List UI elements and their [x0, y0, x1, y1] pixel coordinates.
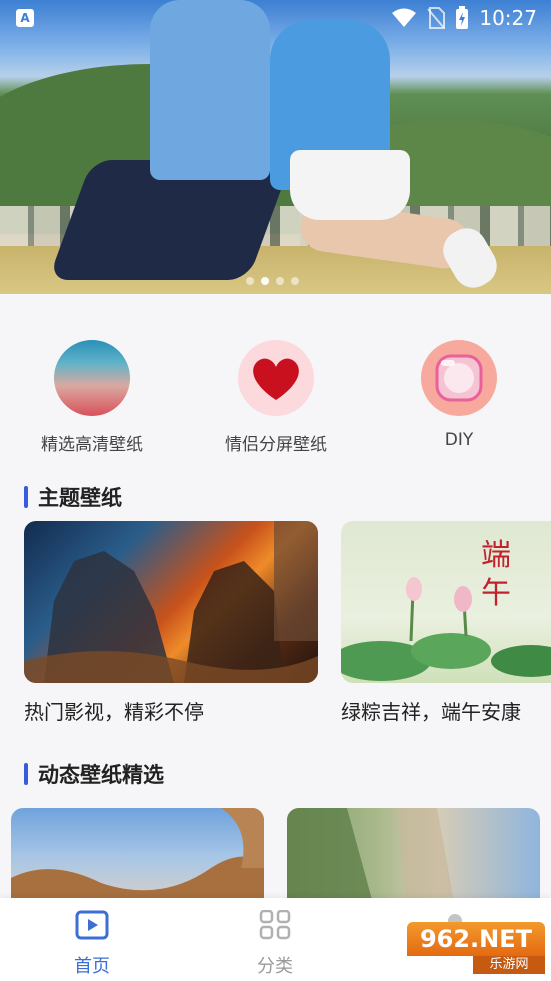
pagination-dot	[246, 277, 254, 285]
theme-section-header: 主题壁纸	[24, 482, 122, 512]
nav-tab-home[interactable]: 首页	[32, 910, 152, 978]
app-notification-icon: A	[16, 9, 34, 27]
watermark-brand: 962.NET	[407, 922, 545, 956]
nav-label: 首页	[74, 956, 110, 977]
quick-categories: 精选高清壁纸 情侣分屏壁纸 DIY	[0, 340, 551, 460]
heart-icon	[238, 340, 314, 416]
grid-icon	[259, 909, 291, 940]
pagination-dot	[291, 277, 299, 285]
dragon-boat-artwork	[341, 577, 551, 681]
dragon-boat-art-text: 端午	[481, 538, 511, 611]
quick-item-label: DIY	[444, 430, 474, 450]
quick-item-diy[interactable]: DIY	[369, 340, 549, 450]
pagination-dot-active	[261, 277, 269, 285]
section-accent-bar	[24, 486, 28, 508]
theme-card-dragon-boat[interactable]: 端午	[341, 521, 551, 683]
movie-artwork	[24, 521, 318, 683]
quick-item-couple-wallpaper[interactable]: 情侣分屏壁纸	[186, 340, 366, 455]
theme-card-caption: 绿粽吉祥，端午安康	[341, 700, 521, 724]
quick-item-label: 情侣分屏壁纸	[225, 435, 327, 455]
banner-pagination	[246, 277, 299, 285]
theme-card-caption: 热门影视，精彩不停	[24, 700, 204, 724]
section-title: 动态壁纸精选	[38, 763, 164, 787]
nav-tab-category[interactable]: 分类	[215, 909, 335, 978]
wifi-icon	[392, 8, 417, 27]
quick-item-hd-wallpaper[interactable]: 精选高清壁纸	[2, 340, 182, 455]
hd-wallpaper-icon	[54, 340, 130, 416]
battery-charging-icon	[456, 6, 469, 29]
status-bar: A 10:27	[0, 0, 551, 36]
watermark-logo: 962.NET 乐游网	[407, 922, 545, 974]
section-accent-bar	[24, 763, 28, 785]
status-time: 10:27	[479, 6, 537, 30]
theme-card-movies[interactable]	[24, 521, 318, 683]
play-icon	[75, 910, 109, 940]
watermark-subtitle: 乐游网	[473, 956, 545, 974]
hero-banner[interactable]: A 10:27	[0, 0, 551, 294]
nav-label: 分类	[257, 956, 293, 977]
quick-item-label: 精选高清壁纸	[41, 435, 143, 455]
diy-icon	[421, 340, 497, 416]
banner-person	[290, 150, 410, 220]
section-title: 主题壁纸	[38, 486, 122, 510]
pagination-dot	[276, 277, 284, 285]
no-sim-icon	[427, 7, 446, 29]
live-section-header: 动态壁纸精选	[24, 759, 164, 789]
